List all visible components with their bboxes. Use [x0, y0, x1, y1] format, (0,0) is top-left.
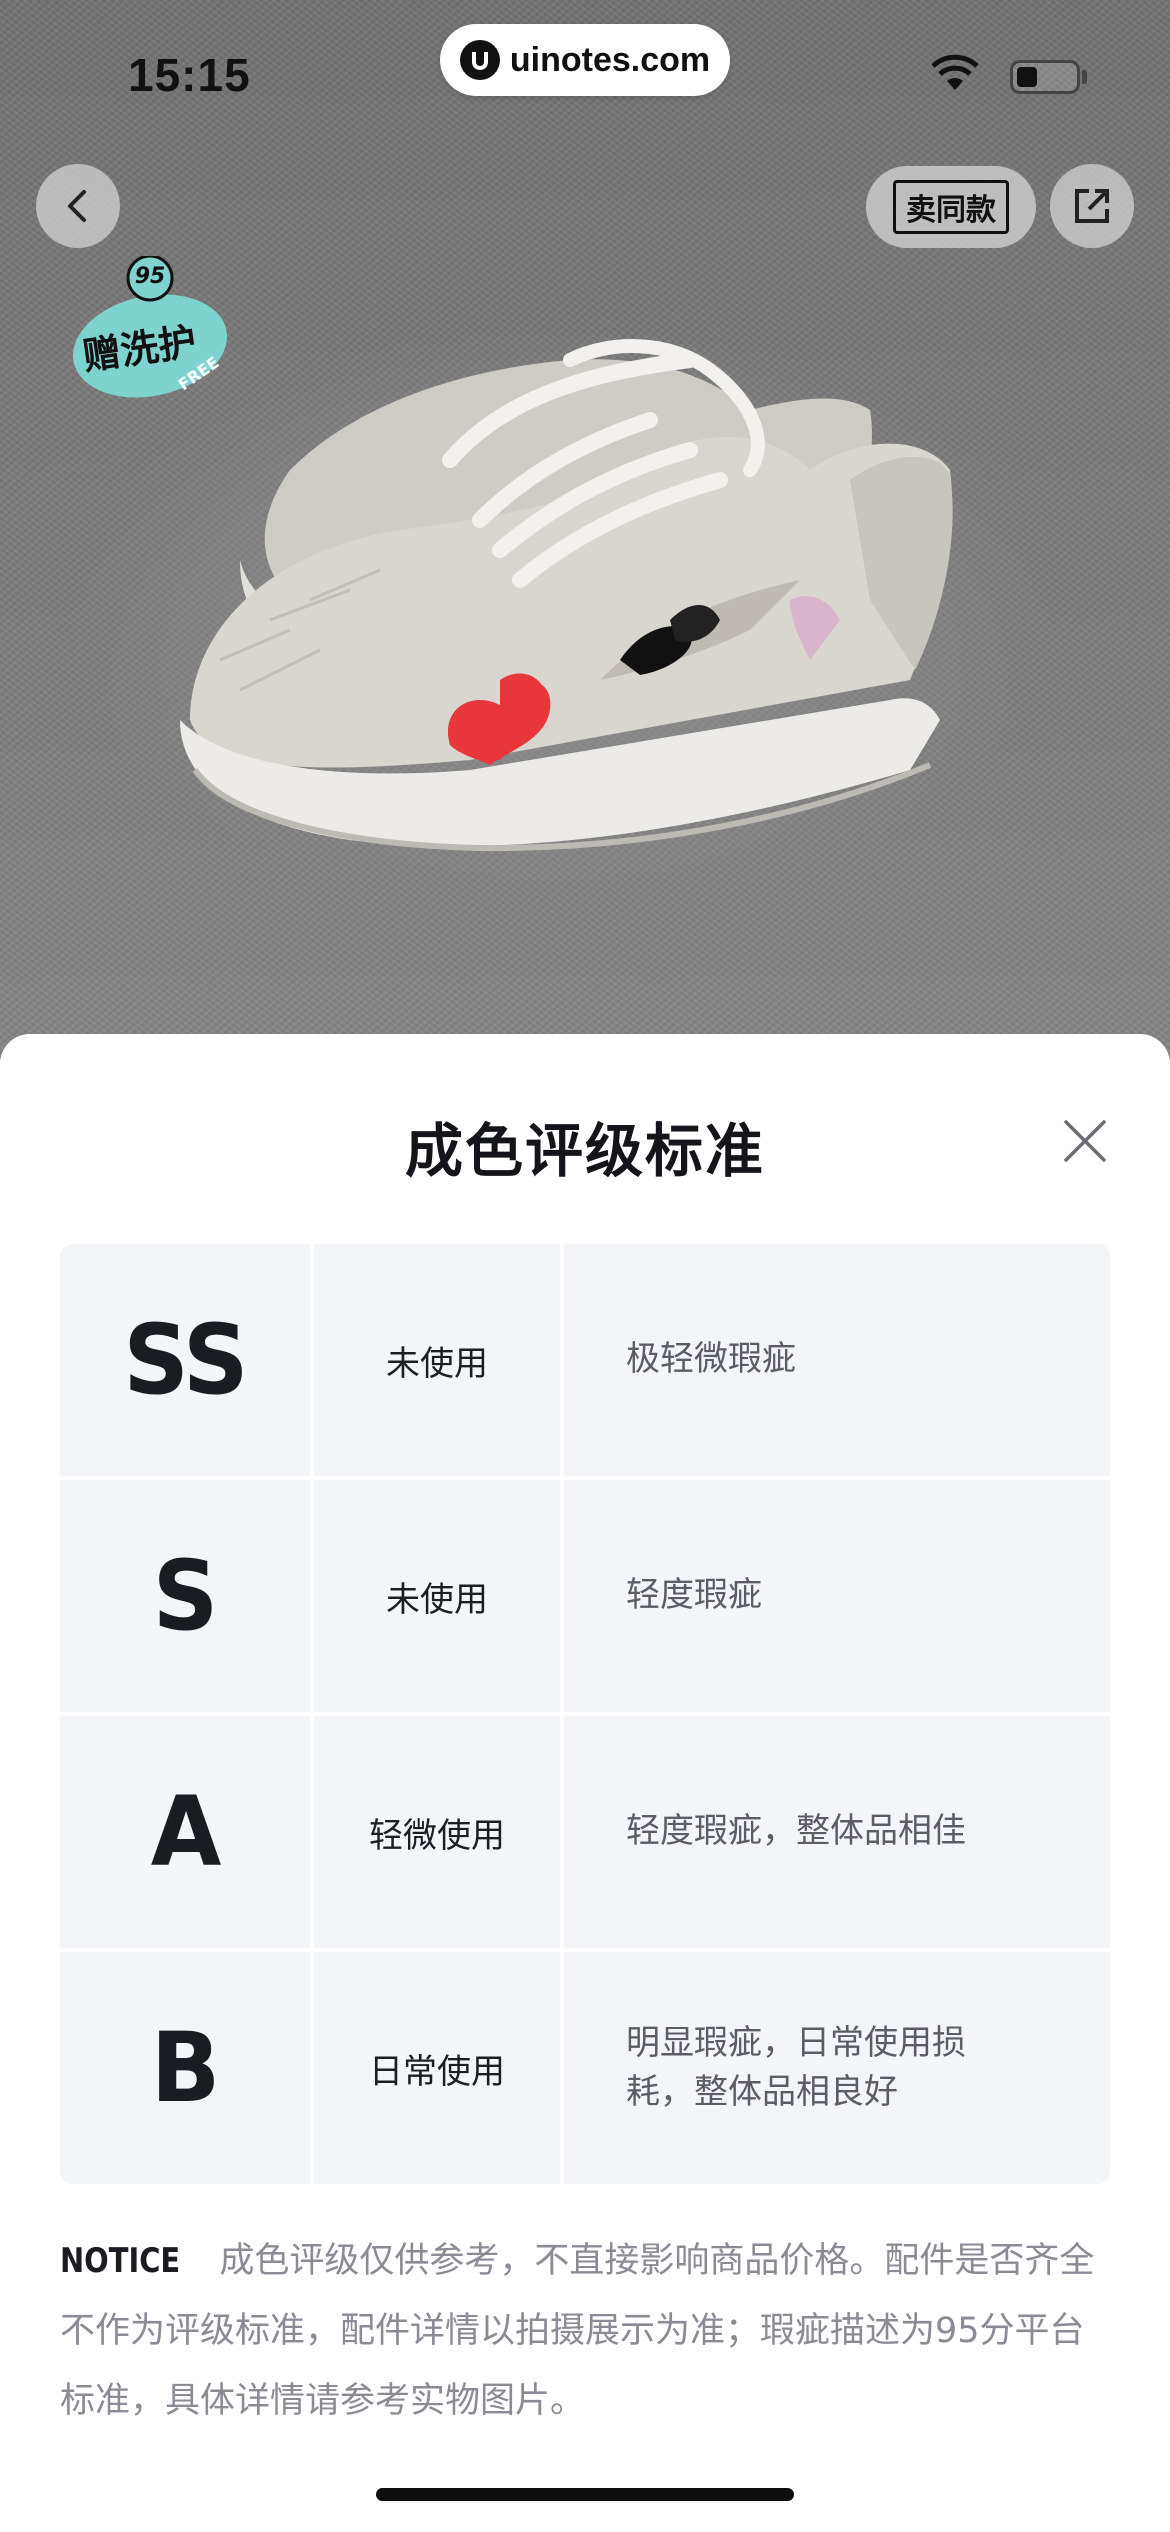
grade-row: A 轻微使用 轻度瑕疵，整体品相佳	[60, 1716, 1110, 1948]
grade-table: SS 未使用 极轻微瑕疵 S 未使用 轻度瑕疵 A 轻微使用 轻度瑕疵，整体品相…	[60, 1244, 1110, 2184]
grade-row: B 日常使用 明显瑕疵，日常使用损耗，整体品相良好	[60, 1952, 1110, 2184]
notice-block: NOTICE 成色评级仅供参考，不直接影响商品价格。配件是否齐全不作为评级标准，配…	[60, 2226, 1110, 2436]
battery-icon	[1010, 60, 1080, 94]
sell-same-button[interactable]: 卖同款	[866, 166, 1036, 248]
chevron-left-icon	[68, 190, 86, 222]
grade-row: S 未使用 轻度瑕疵	[60, 1480, 1110, 1712]
grade-description: 轻度瑕疵	[626, 1575, 762, 1616]
grade-description: 明显瑕疵，日常使用损耗，整体品相良好	[626, 2022, 966, 2112]
close-icon[interactable]	[1058, 1114, 1112, 1168]
grade-letter: A	[150, 1776, 222, 1888]
wifi-icon	[931, 54, 979, 90]
grade-letter: S	[153, 1540, 219, 1652]
grade-description: 极轻微瑕疵	[626, 1339, 796, 1380]
back-button[interactable]	[36, 164, 120, 248]
sell-same-label: 卖同款	[893, 180, 1009, 234]
sheet-title: 成色评级标准	[404, 1117, 765, 1185]
url-text: uinotes.com	[509, 40, 711, 79]
external-link-icon	[1075, 189, 1109, 223]
grade-letter: SS	[123, 1304, 248, 1416]
grade-row: SS 未使用 极轻微瑕疵	[60, 1244, 1110, 1476]
status-time: 15:15	[128, 49, 251, 101]
battery-cap	[1082, 70, 1087, 84]
free-wash-badge[interactable]: 95 赠洗护 FREE	[66, 254, 234, 406]
share-button[interactable]	[1050, 164, 1134, 248]
home-indicator[interactable]	[376, 2488, 794, 2501]
product-photo[interactable]: 15:15 uinotes.com 卖同款 95 赠洗护 FREE	[0, 0, 1170, 1060]
url-pill[interactable]: uinotes.com	[440, 24, 730, 96]
grade-usage: 日常使用	[369, 2051, 505, 2092]
grade-usage: 轻微使用	[369, 1815, 505, 1856]
site-logo-icon	[459, 40, 500, 80]
notice-text: 成色评级仅供参考，不直接影响商品价格。配件是否齐全不作为评级标准，配件详情以拍摄…	[60, 2241, 1095, 2421]
grade-usage: 未使用	[386, 1579, 488, 1620]
grade-letter: B	[151, 2012, 221, 2124]
grade-usage: 未使用	[386, 1343, 488, 1384]
sneaker-image	[180, 339, 953, 852]
notice-tag: NOTICE	[60, 2241, 181, 2281]
badge-number: 95	[134, 264, 166, 289]
grade-description: 轻度瑕疵，整体品相佳	[626, 1811, 966, 1852]
grading-sheet: 成色评级标准 SS 未使用 极轻微瑕疵 S 未使用 轻度瑕疵 A 轻微使用 轻度…	[0, 1034, 1170, 2532]
